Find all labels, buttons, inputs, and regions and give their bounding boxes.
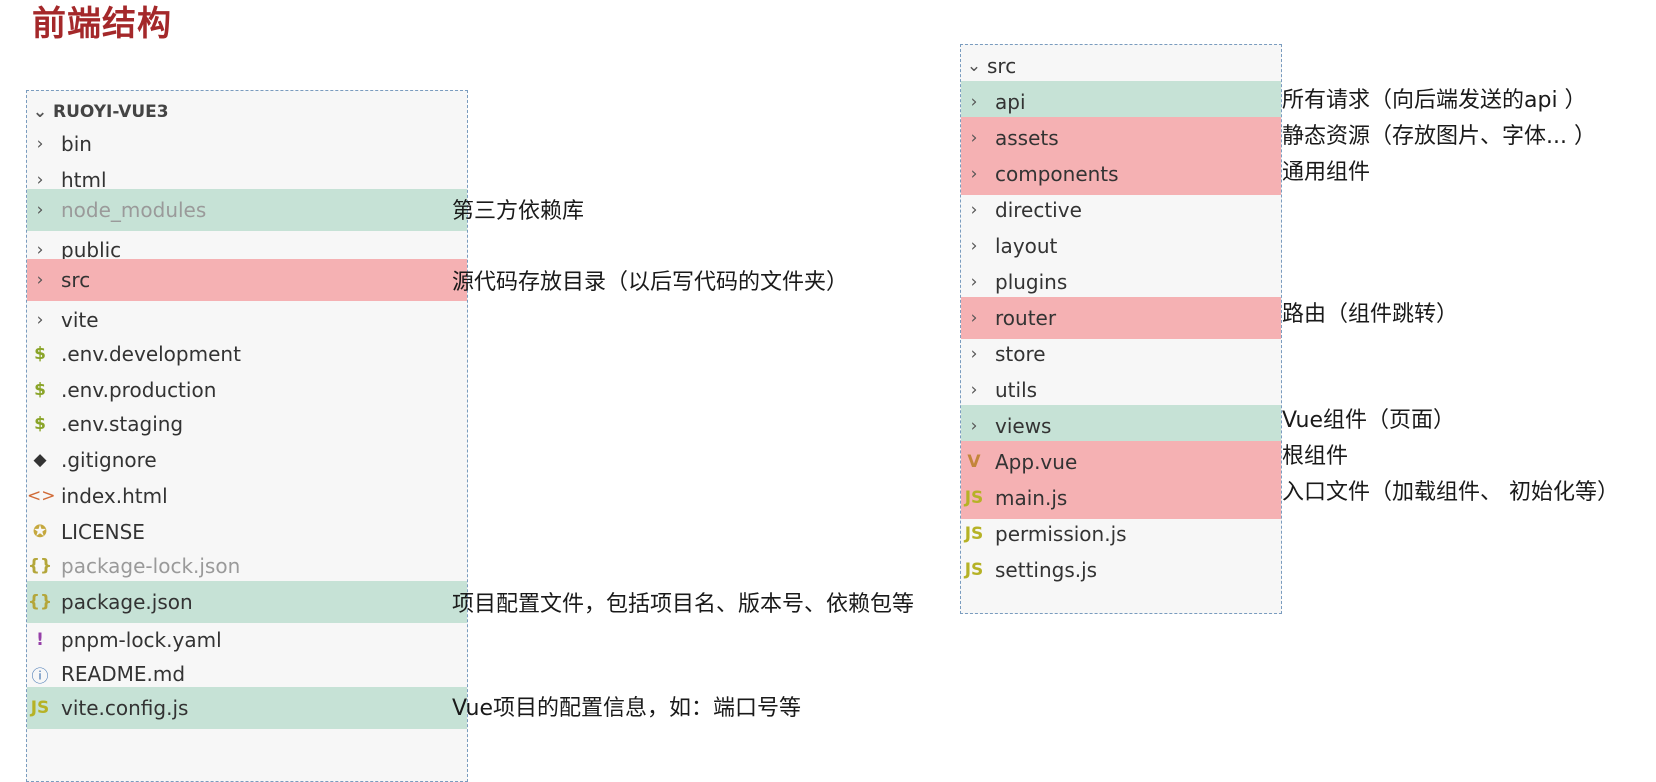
note-app-vue: 根组件 — [1282, 444, 1349, 469]
chevron-right-icon: › — [970, 308, 978, 328]
chevron-down-icon: ⌄ — [966, 56, 982, 76]
tree-item-label: README.md — [61, 662, 186, 686]
js-icon: JS — [964, 524, 984, 544]
chevron-right-icon: › — [36, 170, 44, 190]
note-package-json: 项目配置文件，包括项目名、版本号、依赖包等 — [452, 592, 915, 617]
tree-item-label: permission.js — [995, 522, 1127, 546]
html-icon: <> — [27, 486, 56, 506]
tree-item-package-json[interactable]: {} package.json — [27, 581, 467, 623]
tree-item-label: .env.staging — [61, 412, 184, 436]
dollar-icon: $ — [34, 380, 46, 400]
tree-item-label: assets — [995, 126, 1059, 150]
chevron-right-icon: › — [36, 200, 44, 220]
project-file-tree: ⌄ RUOYI-VUE3 › bin › html › node_modules… — [26, 90, 468, 782]
chevron-right-icon: › — [970, 200, 978, 220]
chevron-right-icon: › — [970, 272, 978, 292]
dollar-icon: $ — [34, 414, 46, 434]
js-icon: JS — [964, 488, 984, 508]
tree-item-label: vite — [61, 308, 99, 332]
note-node-modules: 第三方依赖库 — [452, 199, 585, 224]
json-icon: {} — [27, 592, 53, 612]
js-icon: JS — [964, 560, 984, 580]
tree-item-label: bin — [61, 132, 92, 156]
note-components: 通用组件 — [1282, 160, 1371, 185]
note-api: 所有请求（向后端发送的api ） — [1282, 88, 1587, 113]
tree-item-label: main.js — [995, 486, 1068, 510]
chevron-right-icon: › — [36, 310, 44, 330]
js-icon: JS — [30, 698, 50, 718]
chevron-right-icon: › — [36, 240, 44, 260]
tree-item-label: plugins — [995, 270, 1068, 294]
git-icon: ◆ — [33, 450, 47, 470]
tree-item-label: src — [61, 268, 91, 292]
tree-item-label: store — [995, 342, 1046, 366]
json-icon: {} — [27, 556, 53, 576]
src-folder-tree: ⌄ src › api › assets › components › dire… — [960, 44, 1282, 614]
tree-item-label: components — [995, 162, 1119, 186]
chevron-right-icon: › — [970, 380, 978, 400]
chevron-right-icon: › — [970, 236, 978, 256]
note-views: Vue组件（页面） — [1282, 408, 1456, 433]
note-main-js: 入口文件（加载组件、 初始化等） — [1282, 480, 1619, 505]
tree-item-label: router — [995, 306, 1057, 330]
tree-item-src[interactable]: › src — [27, 259, 467, 301]
tree-item-label: settings.js — [995, 558, 1098, 582]
tree-item-node-modules[interactable]: › node_modules — [27, 189, 467, 231]
yaml-icon: ! — [36, 630, 44, 650]
tree-item-label: App.vue — [995, 450, 1078, 474]
tree-item-label: package.json — [61, 590, 193, 614]
tree-item-label: index.html — [61, 484, 168, 508]
chevron-right-icon: › — [970, 92, 978, 112]
chevron-down-icon: ⌄ — [32, 102, 48, 122]
tree-item-label: directive — [995, 198, 1082, 222]
tree-item-settings-js[interactable]: JS settings.js — [961, 549, 1281, 591]
chevron-right-icon: › — [970, 416, 978, 436]
chevron-right-icon: › — [970, 344, 978, 364]
tree-item-label: api — [995, 90, 1026, 114]
tree-item-label: .env.production — [61, 378, 217, 402]
tree-root-label: RUOYI-VUE3 — [53, 102, 169, 122]
chevron-right-icon: › — [970, 128, 978, 148]
tree-item-label: .gitignore — [61, 448, 157, 472]
tree-item-label: .env.development — [61, 342, 241, 366]
info-icon: ⓘ — [31, 666, 49, 687]
tree-item-label: LICENSE — [61, 520, 145, 544]
chevron-right-icon: › — [36, 134, 44, 154]
license-icon: ✪ — [32, 522, 48, 542]
tree-item-vite-config-js[interactable]: JS vite.config.js — [27, 687, 467, 729]
chevron-right-icon: › — [36, 270, 44, 290]
note-src: 源代码存放目录（以后写代码的文件夹） — [452, 270, 849, 295]
tree-root-label: src — [987, 54, 1017, 78]
note-vite-config: Vue项目的配置信息，如：端口号等 — [452, 696, 802, 721]
tree-item-label: layout — [995, 234, 1058, 258]
page-title: 前端结构 — [32, 4, 172, 44]
tree-item-label: node_modules — [61, 198, 207, 222]
chevron-right-icon: › — [970, 164, 978, 184]
tree-item-label: utils — [995, 378, 1038, 402]
vue-icon: V — [967, 452, 981, 472]
tree-item-label: pnpm-lock.yaml — [61, 628, 222, 652]
tree-item-label: package-lock.json — [61, 554, 241, 578]
note-router: 路由（组件跳转） — [1282, 302, 1459, 327]
note-assets: 静态资源（存放图片、字体... ） — [1282, 124, 1596, 149]
tree-item-label: views — [995, 414, 1052, 438]
tree-item-label: vite.config.js — [61, 696, 189, 720]
dollar-icon: $ — [34, 344, 46, 364]
